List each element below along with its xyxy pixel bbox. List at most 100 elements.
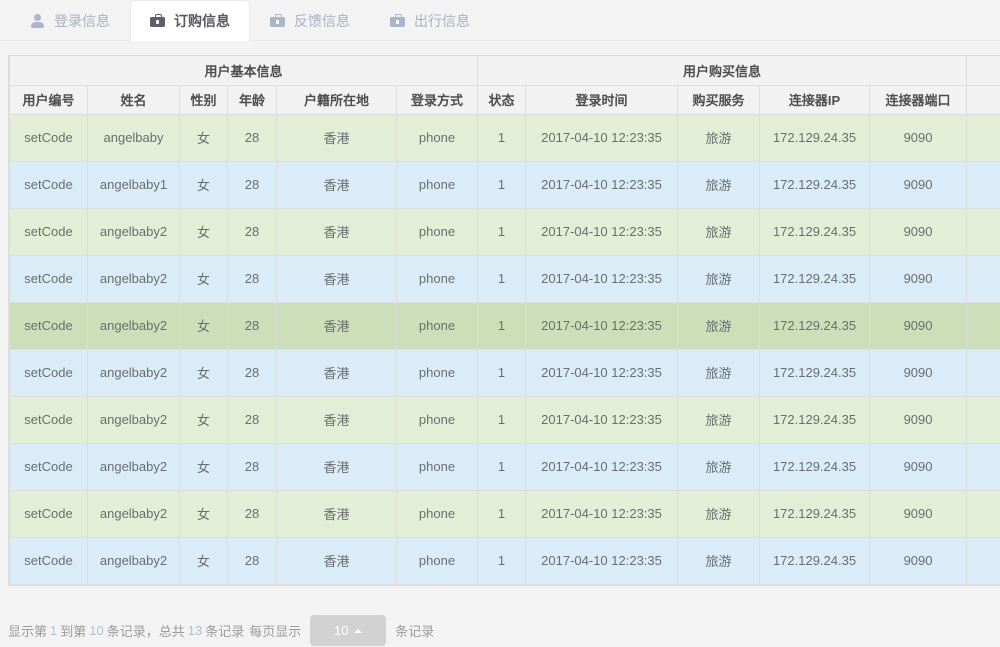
cell-name: angelbaby2 [87,254,180,303]
cell-status: 1 [477,113,527,162]
cell-login_time: 2017-04-10 12:23:35 [525,207,679,256]
cell-gender: 女 [179,207,228,256]
column-header-1[interactable]: 用户编号 [9,85,88,115]
footer-range-to: 10 [89,623,104,638]
cell-code: setCode [9,160,88,209]
cell-actions [966,348,1000,397]
cell-name: angelbaby1 [87,160,180,209]
cell-login_type: phone [395,254,479,303]
column-header-5[interactable]: 户籍所在地 [276,85,397,115]
cell-code: setCode [9,348,88,397]
cell-gender: 女 [179,442,228,491]
cell-gender: 女 [179,395,228,444]
cell-code: setCode [9,442,88,491]
page-size-value: 10 [334,623,349,638]
footer-range-from: 1 [50,623,58,638]
cell-service: 旅游 [677,395,761,444]
cell-age: 28 [227,348,277,397]
column-header-7[interactable]: 状态 [477,85,527,115]
cell-status: 1 [477,442,527,491]
column-header-2[interactable]: 姓名 [87,85,180,115]
tab-bar: 登录信息 订购信息 反馈信息 出行信息 [0,0,1000,41]
column-header-12[interactable] [966,85,1000,115]
column-header-4[interactable]: 年龄 [227,85,277,115]
cell-origin: 香港 [276,254,397,303]
table-row[interactable]: setCode angelbaby2 女 28 香港 phone 1 2017-04-10 1… [9,207,1000,256]
column-header-6[interactable]: 登录方式 [395,85,479,115]
cell-login_type: phone [395,395,479,444]
cell-login_time: 2017-04-10 12:23:35 [525,442,679,491]
cell-name: angelbaby [87,113,180,162]
data-table-panel: 用户基本信息 用户购买信息 用户编号 姓名 性别 年龄 户籍所在地 登录方式 状态 登录时间 购买… [8,55,1000,586]
cell-login_time: 2017-04-10 12:23:35 [525,254,679,303]
cell-name: angelbaby2 [87,489,180,538]
cell-age: 28 [227,113,277,162]
cell-status: 1 [477,489,527,538]
cell-gender: 女 [179,160,228,209]
cell-actions [966,395,1000,444]
tab-2[interactable]: 订购信息 [130,0,250,41]
cell-actions [966,301,1000,350]
cell-service: 旅游 [677,489,761,538]
cell-code: setCode [9,489,88,538]
footer-total-count: 13 [187,623,203,638]
cell-login_type: phone [395,536,479,585]
cell-origin: 香港 [276,395,397,444]
cell-ip: 172.129.24.35 [759,207,871,256]
table-head: 用户基本信息 用户购买信息 用户编号 姓名 性别 年龄 户籍所在地 登录方式 状态 登录时间 购买… [8,56,1000,115]
cell-login_type: phone [395,160,479,209]
caret-up-icon [354,628,363,633]
briefcase-buckle-icon [156,19,159,24]
cell-login_time: 2017-04-10 12:23:35 [525,536,679,585]
column-header-row: 用户编号 姓名 性别 年龄 户籍所在地 登录方式 状态 登录时间 购买服务 连接器IP 连接器端口 [9,85,1000,115]
briefcase-buckle-icon [276,19,279,24]
cell-service: 旅游 [677,348,761,397]
table-row[interactable]: setCode angelbaby2 女 28 香港 phone 1 2017-04-10 1… [9,536,1000,585]
cell-name: angelbaby2 [87,395,180,444]
briefcase-icon [150,13,165,28]
table-row[interactable]: setCode angelbaby 女 28 香港 phone 1 2017-04-10 12… [9,113,1000,162]
cell-status: 1 [477,160,527,209]
column-header-10[interactable]: 连接器IP [759,85,871,115]
column-header-9[interactable]: 购买服务 [677,85,761,115]
cell-origin: 香港 [276,536,397,585]
cell-port: 9090 [869,395,968,444]
tab-3[interactable]: 反馈信息 [250,0,370,41]
table-row[interactable]: setCode angelbaby2 女 28 香港 phone 1 2017-04-10 1… [9,489,1000,538]
cell-port: 9090 [869,254,968,303]
cell-status: 1 [477,395,527,444]
table-footer: 显示第 1 到第 10 条记录，总共 13 条记录 每页显示 10 条记录 [8,614,434,647]
cell-actions [966,113,1000,162]
cell-gender: 女 [179,254,228,303]
table-row[interactable]: setCode angelbaby1 女 28 香港 phone 1 2017-04-10 1… [9,160,1000,209]
cell-port: 9090 [869,536,968,585]
cell-ip: 172.129.24.35 [759,301,871,350]
cell-origin: 香港 [276,301,397,350]
column-header-3[interactable]: 性别 [179,85,228,115]
column-header-8[interactable]: 登录时间 [525,85,679,115]
tab-4[interactable]: 出行信息 [370,0,490,41]
table-row[interactable]: setCode angelbaby2 女 28 香港 phone 1 2017-04-10 1… [9,442,1000,491]
cell-age: 28 [227,442,277,491]
cell-service: 旅游 [677,160,761,209]
cell-service: 旅游 [677,536,761,585]
cell-actions [966,207,1000,256]
footer-mid1: 到第 [60,624,87,639]
page-size-dropdown[interactable]: 10 [310,615,387,646]
tab-label: 登录信息 [54,12,110,29]
cell-actions [966,442,1000,491]
cell-origin: 香港 [276,160,397,209]
cell-service: 旅游 [677,301,761,350]
table-row[interactable]: setCode angelbaby2 女 28 香港 phone 1 2017-04-10 1… [9,254,1000,303]
cell-code: setCode [9,536,88,585]
table-row[interactable]: setCode angelbaby2 女 28 香港 phone 1 2017-04-10 1… [9,395,1000,444]
table-row[interactable]: setCode angelbaby2 女 28 香港 phone 1 2017-04-10 1… [9,348,1000,397]
table-body: setCode angelbaby 女 28 香港 phone 1 2017-04-10 12… [9,113,1000,585]
cell-status: 1 [477,207,527,256]
column-header-11[interactable]: 连接器端口 [869,85,968,115]
tab-1[interactable]: 登录信息 [10,0,130,41]
cell-code: setCode [9,113,88,162]
table-row[interactable]: setCode angelbaby2 女 28 香港 phone 1 2017-04-10 1… [9,301,1000,350]
cell-service: 旅游 [677,442,761,491]
cell-login_time: 2017-04-10 12:23:35 [525,113,679,162]
